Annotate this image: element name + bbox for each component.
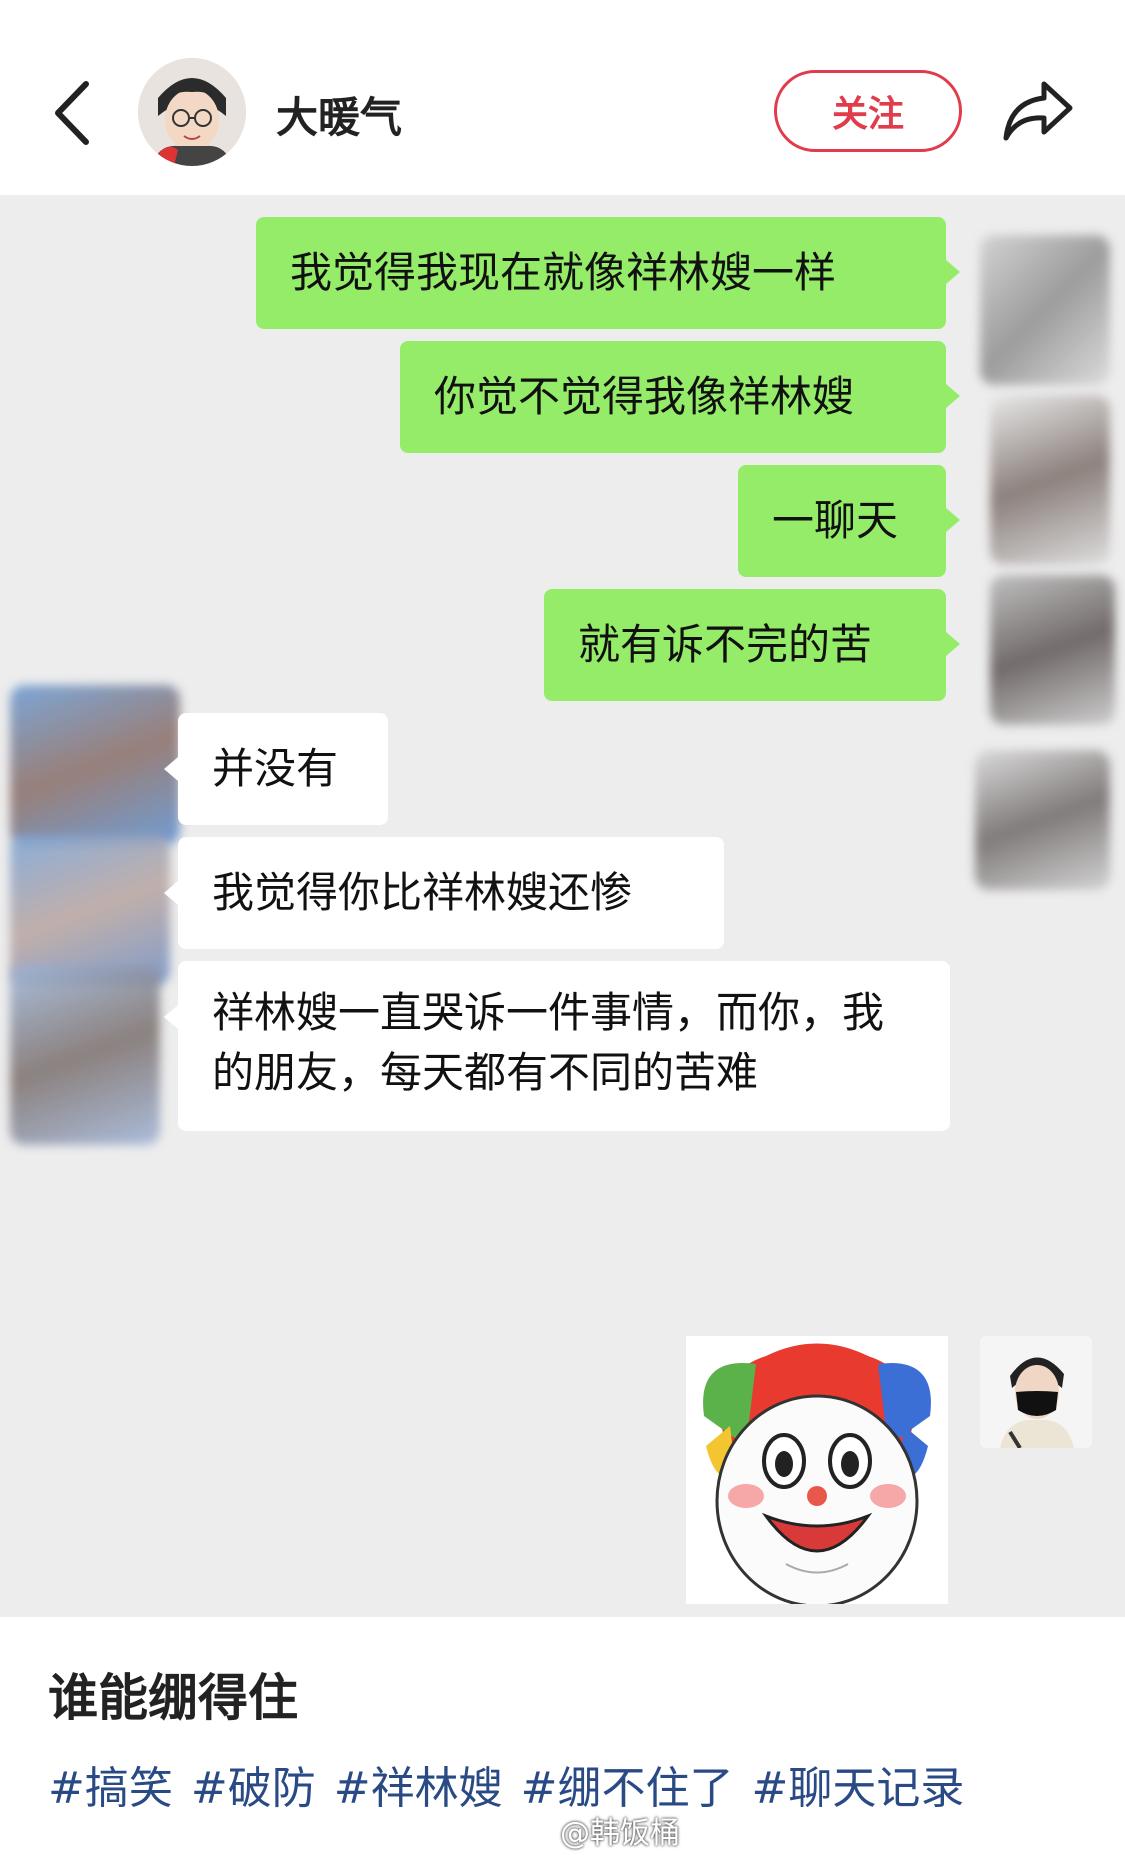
hashtag-list: #搞笑 #破防 #祥林嫂 #绷不住了 #聊天记录 [48,1752,964,1816]
chat-message: 我觉得我现在就像祥林嫂一样 [256,217,946,329]
follow-button[interactable]: 关注 [774,70,962,152]
blurred-avatar [975,750,1110,890]
chat-screenshot: 我觉得我现在就像祥林嫂一样 你觉不觉得我像祥林嫂 一聊天 就有诉不完的苦 并没有… [0,195,1125,1617]
post-caption: 谁能绷得住 [48,1669,298,1727]
share-arrow-icon [1003,81,1073,141]
hashtag[interactable]: #破防 [191,1752,316,1816]
my-avatar[interactable] [980,1336,1092,1448]
hashtag[interactable]: #聊天记录 [752,1752,965,1816]
post-header: 大暖气 关注 [0,0,1125,195]
chat-message: 你觉不觉得我像祥林嫂 [400,341,946,453]
blurred-avatar [10,685,180,845]
message-text: 一聊天 [772,496,899,545]
bubble-tail [946,260,960,284]
chevron-left-icon [55,81,89,145]
blurred-avatar [990,395,1110,565]
message-text: 你觉不觉得我像祥林嫂 [434,372,855,421]
chat-message: 祥林嫂一直哭诉一件事情，而你，我的朋友，每天都有不同的苦难 [178,961,950,1131]
blurred-avatar [10,835,170,985]
message-text: 就有诉不完的苦 [578,620,873,669]
chat-message: 就有诉不完的苦 [544,589,946,701]
blurred-avatar [10,965,160,1145]
bubble-tail [164,1005,178,1029]
blurred-avatar [990,575,1115,725]
message-text: 并没有 [212,744,339,793]
watermark-text: @韩饭桶 [560,1816,680,1851]
clown-sticker[interactable] [686,1336,948,1604]
share-button[interactable] [1000,78,1074,144]
bubble-tail [164,757,178,781]
weibo-logo-icon [520,1818,552,1844]
hashtag[interactable]: #祥林嫂 [334,1752,503,1816]
message-text: 祥林嫂一直哭诉一件事情，而你，我的朋友，每天都有不同的苦难 [212,988,885,1097]
hashtag[interactable]: #绷不住了 [521,1752,734,1816]
chat-message: 并没有 [178,713,388,825]
chat-message: 一聊天 [738,465,946,577]
back-button[interactable] [48,78,98,148]
blurred-avatar [980,235,1110,385]
bubble-tail [164,881,178,905]
author-avatar[interactable] [138,58,246,166]
author-name[interactable]: 大暖气 [276,84,402,145]
bubble-tail [946,632,960,656]
hashtag[interactable]: #搞笑 [48,1752,173,1816]
bubble-tail [946,384,960,408]
bubble-tail [946,508,960,532]
message-text: 我觉得你比祥林嫂还惨 [212,868,633,917]
chat-message: 我觉得你比祥林嫂还惨 [178,837,724,949]
message-text: 我觉得我现在就像祥林嫂一样 [290,248,837,297]
weibo-watermark: @韩饭桶 [520,1808,680,1852]
